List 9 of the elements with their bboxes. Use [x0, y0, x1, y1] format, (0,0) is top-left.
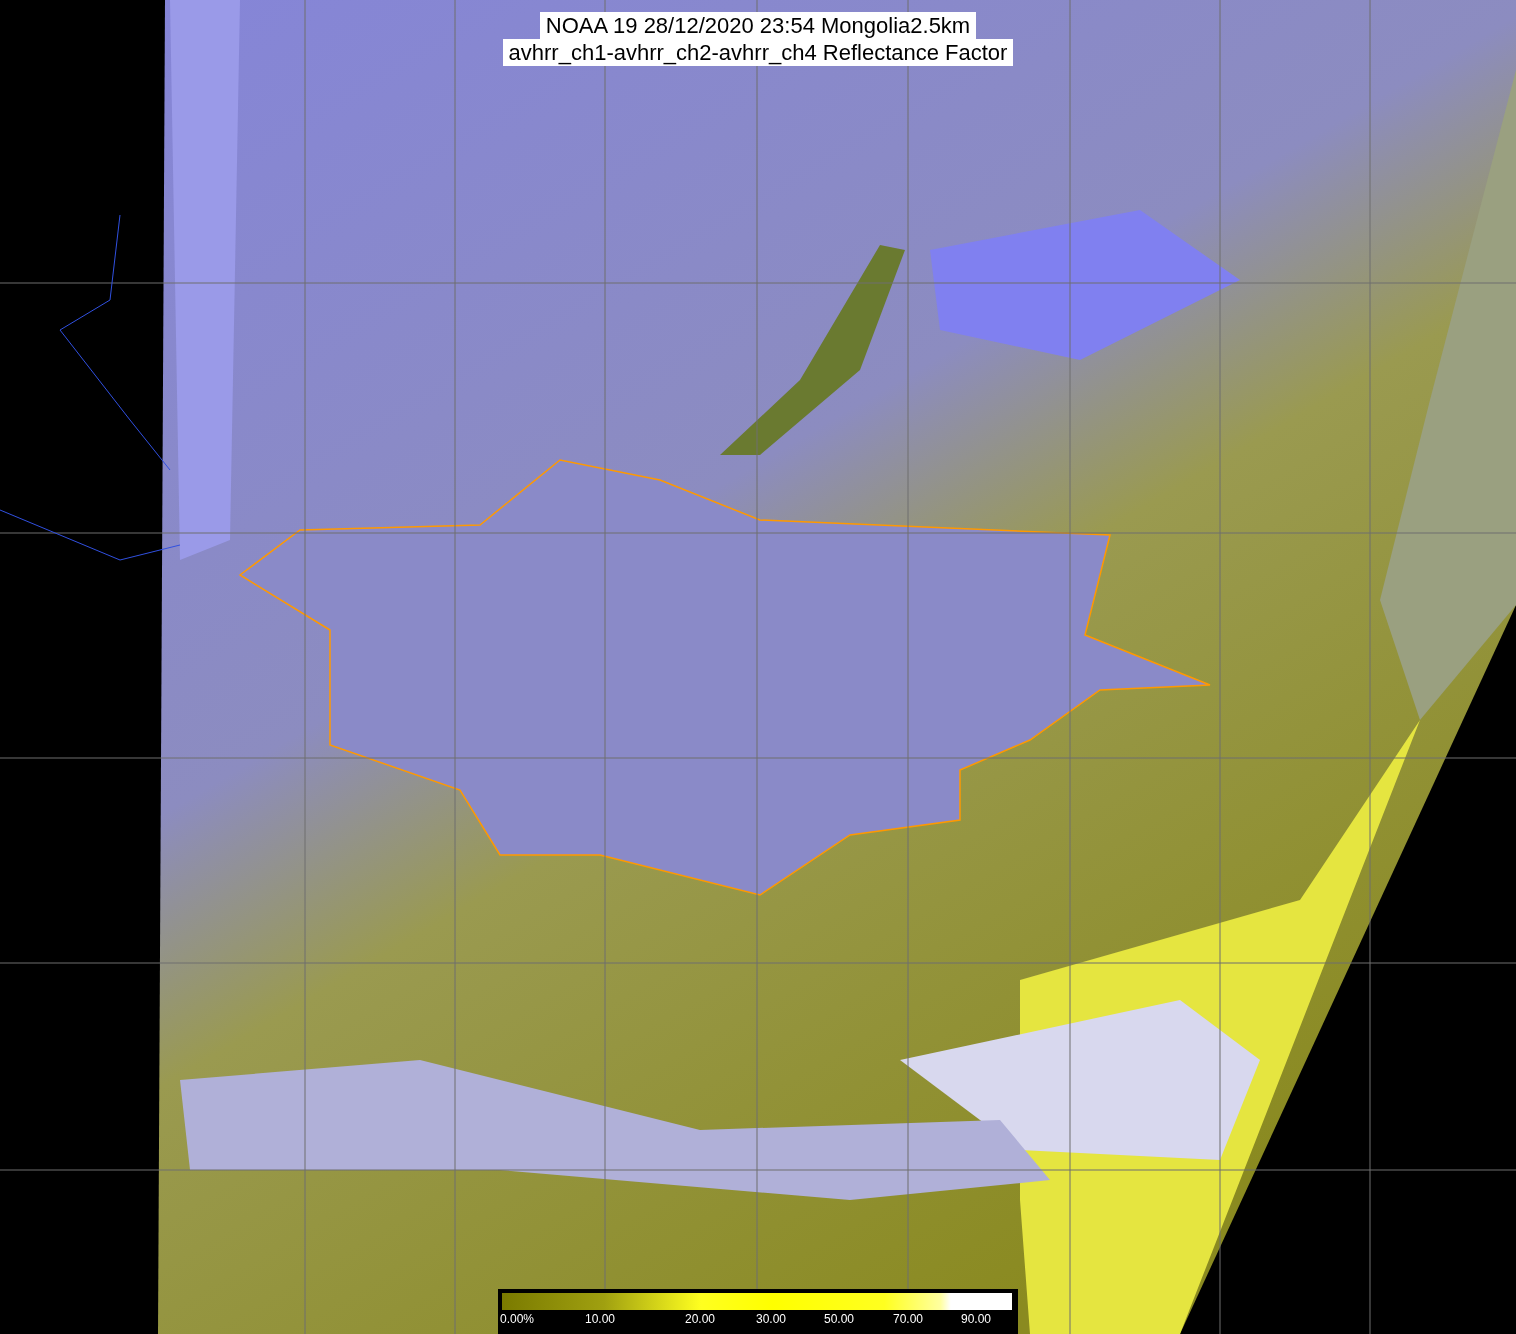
map-title: NOAA 19 28/12/2020 23:54 Mongolia2.5km: [539, 12, 977, 39]
colorbar-tick-label: 10.00: [585, 1311, 616, 1327]
colorbar-tick-label: 70.00: [893, 1311, 924, 1327]
map-title: avhrr_ch1-avhrr_ch2-avhrr_ch4 Reflectance Factor: [502, 39, 1014, 66]
colorbar-tick-label: 30.00: [756, 1311, 787, 1327]
colorbar-tick-label: 90.00: [961, 1311, 992, 1327]
colorbar-tick-label: 20.00: [685, 1311, 716, 1327]
colorbar-tick-label: 50.00: [824, 1311, 855, 1327]
colorbar-tick-label: 0.00%: [500, 1311, 535, 1327]
